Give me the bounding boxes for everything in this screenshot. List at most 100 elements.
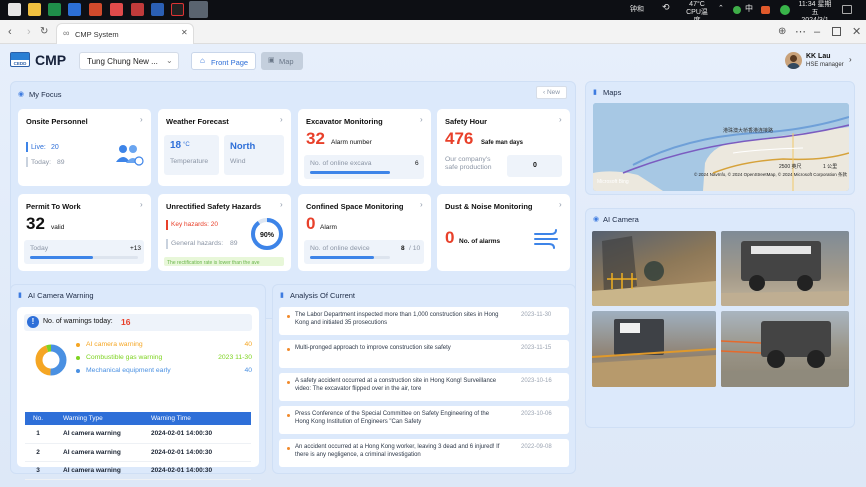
live-accent (26, 142, 28, 152)
chevron-down-icon: ⌄ (166, 56, 173, 65)
chevron-right-icon[interactable]: › (280, 200, 283, 209)
cell-time: 2024-02-01 14:00:30 (151, 448, 213, 456)
front-page-button[interactable]: ⌂ Front Page (191, 52, 256, 70)
news-item[interactable]: A safety accident occurred at a construc… (279, 373, 569, 401)
card-title: Safety Hour (445, 117, 488, 126)
permit-progress (30, 256, 138, 259)
safety-hour-card[interactable]: Safety Hour › 476 Safe man days Our comp… (437, 109, 570, 186)
online-total: / 10 (409, 245, 421, 252)
bullet-icon (287, 348, 290, 351)
bing-logo: Microsoft Bing (597, 179, 629, 185)
chart-icon: ▮ (18, 292, 22, 299)
file-explorer-icon[interactable] (28, 3, 41, 16)
wechat-icon[interactable] (780, 5, 790, 15)
legend-dot (76, 343, 80, 347)
news-item[interactable]: An accident occurred at a Hong Kong work… (279, 439, 569, 467)
start-icon[interactable] (8, 3, 21, 16)
wind-icon (534, 229, 558, 249)
powerpoint-icon[interactable] (89, 3, 102, 16)
chevron-right-icon[interactable]: › (559, 200, 562, 209)
avatar[interactable] (785, 52, 802, 69)
legend-label: Combustible gas warning (86, 354, 163, 361)
temperature-unit: °C (183, 142, 190, 148)
map-button[interactable]: ▣ Map (261, 52, 303, 70)
weather-forecast-card[interactable]: Weather Forecast › 18 °C Temperature Nor… (158, 109, 291, 186)
browser-taskbar-icon[interactable] (189, 1, 208, 18)
chevron-right-icon[interactable]: › (140, 115, 143, 124)
site-select[interactable]: Tung Chung New ... ⌄ (79, 52, 179, 70)
user-menu-chevron-icon[interactable]: › (849, 55, 852, 64)
news-item[interactable]: The Labor Department inspected more than… (279, 307, 569, 335)
camera-feed-4[interactable] (721, 311, 849, 387)
map-label: Map (279, 57, 294, 66)
show-desktop-icon[interactable] (842, 5, 852, 14)
camera-feed-2[interactable] (721, 231, 849, 306)
chevron-right-icon[interactable]: › (420, 200, 423, 209)
close-window-icon[interactable]: ✕ (852, 26, 861, 38)
chart-icon: ▮ (280, 292, 284, 299)
browser-tab[interactable]: ∞ CMP System ✕ (56, 23, 194, 44)
confined-value: 0 (306, 214, 316, 233)
news-date: 2023-10-16 (521, 378, 552, 384)
new-button[interactable]: ‹ New (536, 86, 567, 99)
tab-close-icon[interactable]: ✕ (181, 28, 188, 37)
news-item[interactable]: Multi-pronged approach to improve constr… (279, 340, 569, 368)
app-icon[interactable] (131, 3, 144, 16)
online-label: No. of online excava (310, 160, 372, 167)
bullet-icon (287, 315, 290, 318)
camera-feed-3[interactable] (592, 311, 716, 387)
cell-no: 1 (36, 430, 40, 438)
minimize-icon[interactable]: – (814, 26, 820, 38)
app-icon[interactable] (171, 3, 184, 16)
chevron-right-icon[interactable]: › (559, 115, 562, 124)
unrectified-hazards-card[interactable]: Unrectified Safety Hazards › Key hazards… (158, 194, 291, 271)
safety-unit: Safe man days (481, 140, 524, 146)
permit-to-work-card[interactable]: Permit To Work › 32 valid Today +13 (18, 194, 151, 271)
map-icon: ▣ (268, 57, 275, 64)
tray-expand-icon[interactable]: ⌃ (718, 5, 724, 13)
onsite-personnel-card[interactable]: Onsite Personnel › Live: 20 Today: 89 (18, 109, 151, 186)
maximize-icon[interactable] (832, 27, 841, 36)
ime-indicator[interactable]: 中 (745, 5, 753, 13)
bullet-icon (287, 447, 290, 450)
legend-item: Combustible gas warning 2023 11-30 (76, 353, 252, 366)
excel-icon[interactable] (48, 3, 61, 16)
excavator-monitoring-card[interactable]: Excavator Monitoring › 32 Alarm number N… (298, 109, 431, 186)
more-icon[interactable]: ⋯ (795, 26, 806, 38)
chevron-right-icon[interactable]: › (420, 115, 423, 124)
tray-sync-icon[interactable]: ⟲ (662, 3, 670, 12)
tray-app-icon[interactable] (733, 6, 741, 14)
forward-icon[interactable]: › (27, 26, 31, 38)
dust-noise-card[interactable]: Dust & Noise Monitoring › 0 No. of alarm… (437, 194, 570, 271)
map-view[interactable]: 港珠澳大桥香港连接路 Microsoft Bing 2500 英尺 1 公里 ©… (593, 103, 849, 191)
back-icon[interactable]: ‹ (8, 26, 12, 38)
key-hazards: Key hazards: 20 (171, 221, 218, 228)
table-row[interactable]: 2 AI camera warning 2024-02-01 14:00:30 (25, 443, 251, 461)
chevron-right-icon[interactable]: › (140, 200, 143, 209)
app-root: CEDD CMP Tung Chung New ... ⌄ ⌂ Front Pa… (0, 44, 866, 487)
news-date: 2023-11-15 (521, 345, 552, 351)
legend-value: 40 (244, 341, 252, 348)
road-label: 港珠澳大桥香港连接路 (723, 128, 774, 134)
record-label: Our company's safe production (445, 156, 492, 171)
camera-feed-1[interactable] (592, 231, 716, 306)
chevron-right-icon[interactable]: › (280, 115, 283, 124)
news-item[interactable]: Press Conference of the Special Committe… (279, 406, 569, 434)
tray-app-icon[interactable] (761, 6, 770, 14)
confined-space-card[interactable]: Confined Space Monitoring › 0 Alarm No. … (298, 194, 431, 271)
panel-title: AI Camera Warning (28, 291, 94, 300)
table-row[interactable]: 1 AI camera warning 2024-02-01 14:00:30 (25, 425, 251, 443)
analysis-panel: ▮ Analysis Of Current The Labor Departme… (272, 284, 576, 474)
app-icon[interactable] (68, 3, 81, 16)
warning-count-value: 16 (121, 317, 131, 327)
col-header-type: Warning Type (63, 415, 103, 422)
link-icon: ∞ (63, 28, 70, 38)
table-row[interactable]: 3 AI camera warning 2024-02-01 14:00:30 (25, 461, 251, 479)
card-title: Unrectified Safety Hazards (166, 202, 262, 211)
word-icon[interactable] (151, 3, 164, 16)
card-title: Onsite Personnel (26, 117, 88, 126)
pdf-icon[interactable] (110, 3, 123, 16)
reload-icon[interactable]: ↻ (40, 26, 48, 38)
globe-icon[interactable]: ⊕ (778, 26, 786, 38)
weather-temp: 47°C (689, 1, 705, 8)
